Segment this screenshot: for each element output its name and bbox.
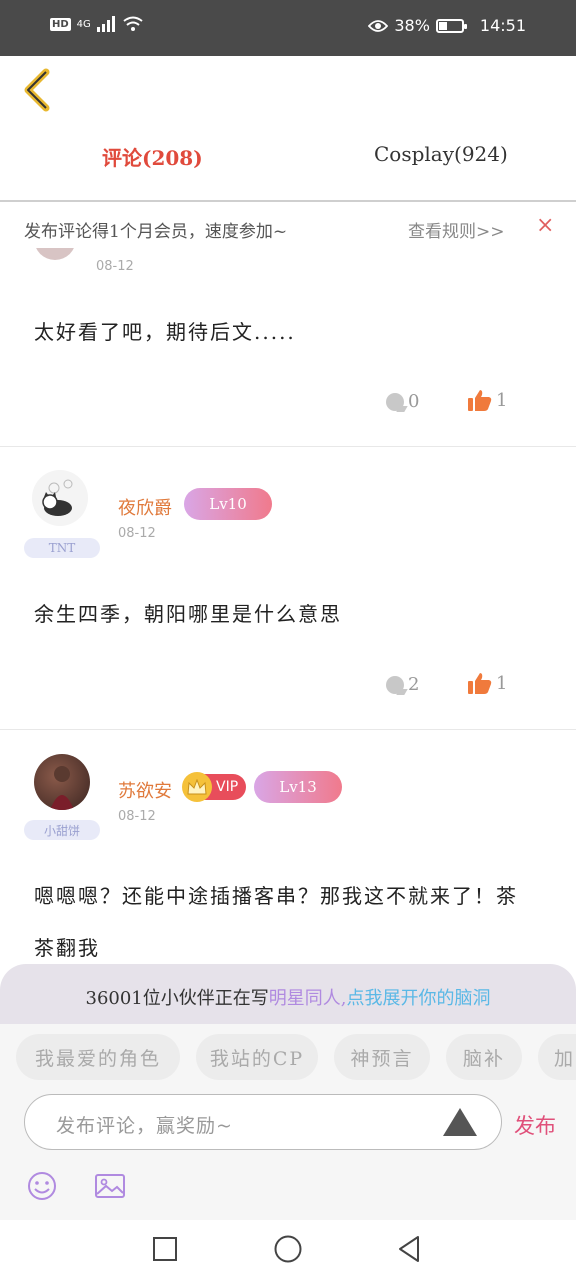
battery-icon xyxy=(435,18,467,33)
back-nav-icon[interactable] xyxy=(396,1234,422,1264)
username[interactable]: 夜欣爵 xyxy=(118,494,172,520)
level-badge: Lv13 xyxy=(254,771,342,803)
thumbs-up-icon xyxy=(468,390,492,411)
comment-divider xyxy=(0,446,576,447)
fan-badge: 小甜饼 xyxy=(24,820,100,840)
system-nav-bar xyxy=(0,1220,576,1280)
vip-badge: VIP xyxy=(182,772,247,802)
tab-divider xyxy=(0,200,576,202)
eye-icon xyxy=(368,19,389,32)
reply-count-value: 0 xyxy=(408,391,420,412)
comment-input-placeholder: 发布评论，赢奖励~ xyxy=(56,1115,233,1137)
banner-topic: 明星同人, xyxy=(268,988,347,1009)
like-count-value: 1 xyxy=(496,389,508,411)
comment-date: 08-12 xyxy=(118,809,156,824)
clock: 14:51 xyxy=(479,16,526,35)
rules-link[interactable]: 查看规则>> xyxy=(408,217,505,242)
chip-my-cp[interactable]: 我站的CP xyxy=(196,1034,318,1080)
comment-bubble-icon xyxy=(386,675,404,694)
back-arrow-icon[interactable] xyxy=(20,68,60,112)
home-icon[interactable] xyxy=(273,1234,303,1264)
publish-button[interactable]: 发布 xyxy=(514,1110,556,1140)
banner-text[interactable]: 36001位小伙伴正在写明星同人,点我展开你的脑洞 xyxy=(0,984,576,1010)
notice-text: 发布评论得1个月会员，速度参加~ xyxy=(24,222,288,242)
banner-cta: 点我展开你的脑洞 xyxy=(346,988,491,1009)
tab-cosplay[interactable]: Cosplay(924) xyxy=(374,142,508,166)
battery-percent: 38% xyxy=(394,16,430,35)
like-count[interactable]: 1 xyxy=(468,389,507,411)
battery-fill xyxy=(438,21,447,30)
comment-text-line1: 嗯嗯嗯？还能中途插播客串？那我这不就来了！茶 xyxy=(34,884,518,908)
tab-comments[interactable]: 评论(208) xyxy=(102,142,203,171)
hd-badge: HD xyxy=(50,17,71,31)
person-avatar-icon xyxy=(50,766,74,810)
emoji-icon[interactable] xyxy=(26,1170,58,1202)
status-bar: HD 4G 38% 14:51 xyxy=(0,0,576,56)
comment-divider xyxy=(0,729,576,730)
image-icon[interactable] xyxy=(94,1170,126,1202)
comment-date: 08-12 xyxy=(96,259,134,274)
signal-icon xyxy=(96,16,115,32)
vip-label: VIP xyxy=(216,779,239,795)
reply-count[interactable]: 0 xyxy=(386,391,419,412)
chip-more[interactable]: 加 xyxy=(538,1034,576,1080)
reply-count-value: 2 xyxy=(408,674,420,695)
comment-date: 08-12 xyxy=(118,526,156,541)
status-right: 38% 14:51 xyxy=(368,16,526,35)
avatar[interactable] xyxy=(34,754,90,810)
recent-apps-icon[interactable] xyxy=(152,1236,178,1262)
reply-count[interactable]: 2 xyxy=(386,674,419,695)
network-label: 4G xyxy=(76,18,91,30)
comment-text: 余生四季，朝阳哪里是什么意思 xyxy=(34,602,342,626)
username[interactable]: 苏欲安 xyxy=(118,777,172,803)
cat-avatar-icon xyxy=(42,479,73,516)
comment-text-line2: 茶翻我 xyxy=(34,936,100,960)
status-left: HD 4G xyxy=(50,16,143,32)
comment-bubble-icon xyxy=(386,392,404,411)
like-count[interactable]: 1 xyxy=(468,672,507,694)
thumbs-up-icon xyxy=(468,673,492,694)
banner-prefix: 36001位小伙伴正在写 xyxy=(85,988,269,1009)
close-notice-button[interactable]: × xyxy=(536,213,554,238)
chip-favorite-character[interactable]: 我最爱的角色 xyxy=(16,1034,180,1080)
fan-badge: TNT xyxy=(24,538,100,558)
level-badge: Lv10 xyxy=(184,488,272,520)
chip-imagination[interactable]: 脑补 xyxy=(446,1034,522,1080)
wifi-icon xyxy=(123,16,143,31)
comment-text: 太好看了吧，期待后文..... xyxy=(34,320,296,344)
crown-icon xyxy=(182,772,212,802)
like-count-value: 1 xyxy=(496,672,508,694)
chip-prediction[interactable]: 神预言 xyxy=(334,1034,430,1080)
expand-triangle-icon[interactable] xyxy=(443,1108,477,1136)
avatar[interactable] xyxy=(32,470,88,526)
